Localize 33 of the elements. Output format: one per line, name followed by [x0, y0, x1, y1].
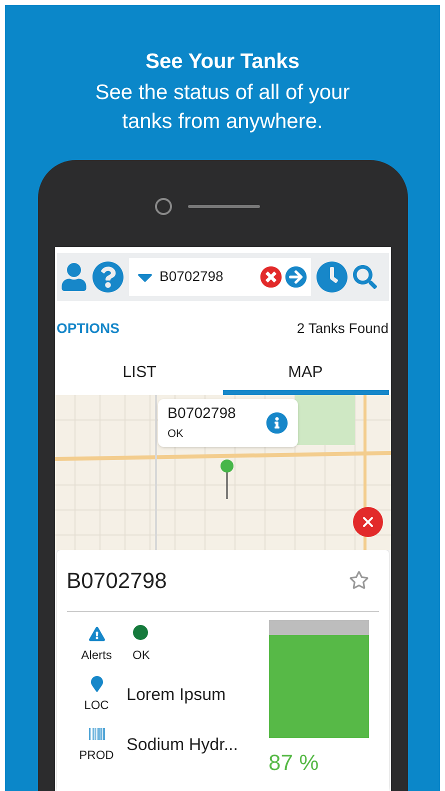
info-icon[interactable] [266, 412, 288, 434]
tank-title: B0702798 [66, 566, 167, 594]
search-icon[interactable] [352, 264, 376, 288]
options-link[interactable]: OPTIONS [56, 318, 120, 339]
result-count: 2 Tanks Found [296, 319, 388, 338]
callout-status: OK [168, 426, 184, 442]
row-label: PROD [79, 746, 114, 764]
user-icon[interactable] [60, 262, 86, 290]
row-label: LOC [84, 696, 109, 714]
tank-level-reading: 87 % [268, 748, 319, 776]
map-pin-icon[interactable] [220, 458, 234, 500]
map[interactable]: B0702798 OK [54, 394, 390, 550]
barcode-icon [88, 726, 104, 742]
row-value: Sodium Hydr... [126, 734, 238, 754]
camera-icon [155, 198, 172, 214]
row-value: Lorem Ipsum [126, 684, 226, 704]
clock-icon[interactable] [316, 260, 348, 292]
go-icon[interactable] [284, 266, 306, 288]
callout-title: B0702798 [168, 404, 236, 424]
status-text: OK [132, 647, 150, 664]
row-label: Alerts [81, 646, 112, 664]
promo-subtitle: See the status of all of your tanks from anywhere. [94, 80, 351, 134]
speaker-icon [188, 204, 260, 208]
help-icon[interactable] [92, 260, 124, 292]
location-pin-icon [88, 676, 104, 692]
close-button[interactable] [352, 506, 382, 536]
warning-icon [88, 626, 104, 642]
tab[interactable]: LIST [56, 356, 222, 394]
search-field[interactable]: B0702798 [128, 258, 310, 296]
promo-title: See Your Tanks [145, 49, 300, 75]
map-callout[interactable]: B0702798 OK [158, 398, 298, 446]
clear-icon[interactable] [260, 266, 282, 288]
favorite-star-icon[interactable] [348, 570, 368, 590]
